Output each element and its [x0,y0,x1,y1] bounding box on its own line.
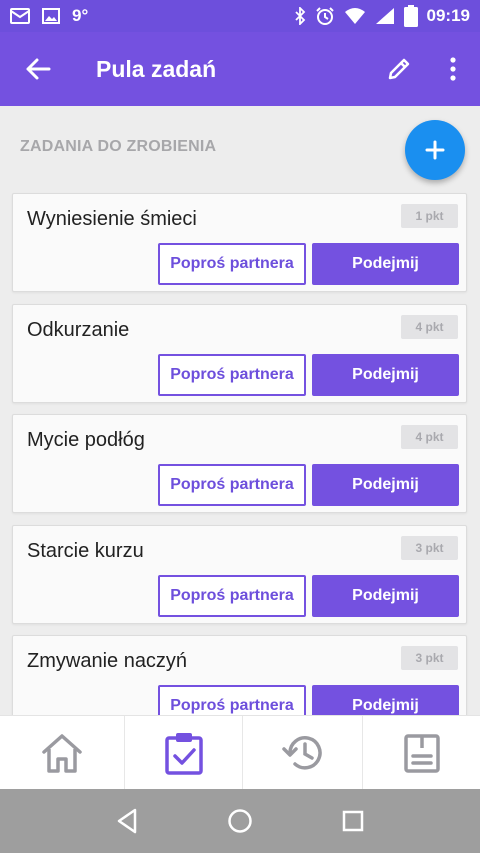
take-task-button[interactable]: Podejmij [312,354,459,396]
home-icon [42,734,82,773]
task-card: Wyniesienie śmieci 1 pkt Poproś partnera… [12,193,467,292]
system-navigation-bar [0,789,480,853]
back-arrow-icon[interactable] [0,32,76,106]
alarm-icon [315,6,335,26]
nav-tab-tasks[interactable] [125,716,243,790]
battery-icon [403,5,418,27]
nav-tab-home[interactable] [0,716,125,790]
ask-partner-button[interactable]: Poproś partnera [158,243,306,285]
take-task-button[interactable]: Podejmij [312,464,459,506]
add-task-button[interactable] [405,120,465,180]
ask-partner-button[interactable]: Poproś partnera [158,464,306,506]
plus-icon [425,140,445,160]
task-name: Odkurzanie [27,319,130,341]
nav-tab-list[interactable] [363,716,480,790]
points-badge: 1 pkt [401,204,458,228]
history-icon [281,736,322,770]
edit-pencil-icon[interactable] [372,32,426,106]
task-card: Starcie kurzu 3 pkt Poproś partnera Pode… [12,525,467,624]
task-card: Mycie podłóg 4 pkt Poproś partnera Podej… [12,414,467,513]
task-clipboard-icon [164,733,203,775]
home-circle-icon[interactable] [210,789,270,853]
points-badge: 4 pkt [401,315,458,339]
recents-square-icon[interactable] [323,789,383,853]
take-task-button[interactable]: Podejmij [312,243,459,285]
temperature-text: 9° [72,6,89,25]
task-name: Zmywanie naczyń [27,650,188,672]
signal-icon [375,7,395,25]
status-bar: 9° 09:19 [0,0,480,32]
wifi-icon [344,7,366,25]
points-badge: 3 pkt [401,646,458,670]
task-card: Zmywanie naczyń 3 pkt Poproś partnera Po… [12,635,467,715]
nav-tab-history[interactable] [243,716,363,790]
take-task-button[interactable]: Podejmij [312,685,459,715]
task-name: Starcie kurzu [27,540,144,562]
task-name: Wyniesienie śmieci [27,208,197,230]
mail-icon [10,8,30,24]
task-pool-content[interactable]: ZADANIA DO ZROBIENIA Wyniesienie śmieci … [0,106,480,715]
more-vert-icon[interactable] [426,32,480,106]
task-card: Odkurzanie 4 pkt Poproś partnera Podejmi… [12,304,467,403]
ask-partner-button[interactable]: Poproś partnera [158,685,306,715]
task-name: Mycie podłóg [27,429,145,451]
clock-text: 09:19 [426,6,470,25]
image-icon [42,8,60,24]
points-badge: 4 pkt [401,425,458,449]
page-title: Pula zadań [96,55,217,82]
bottom-navigation [0,715,480,790]
section-title: ZADANIA DO ZROBIENIA [20,138,217,155]
take-task-button[interactable]: Podejmij [312,575,459,617]
list-clipboard-icon [403,734,440,773]
points-badge: 3 pkt [401,536,458,560]
ask-partner-button[interactable]: Poproś partnera [158,575,306,617]
back-triangle-icon[interactable] [97,789,157,853]
app-bar: Pula zadań [0,32,480,106]
bluetooth-icon [294,7,306,25]
ask-partner-button[interactable]: Poproś partnera [158,354,306,396]
